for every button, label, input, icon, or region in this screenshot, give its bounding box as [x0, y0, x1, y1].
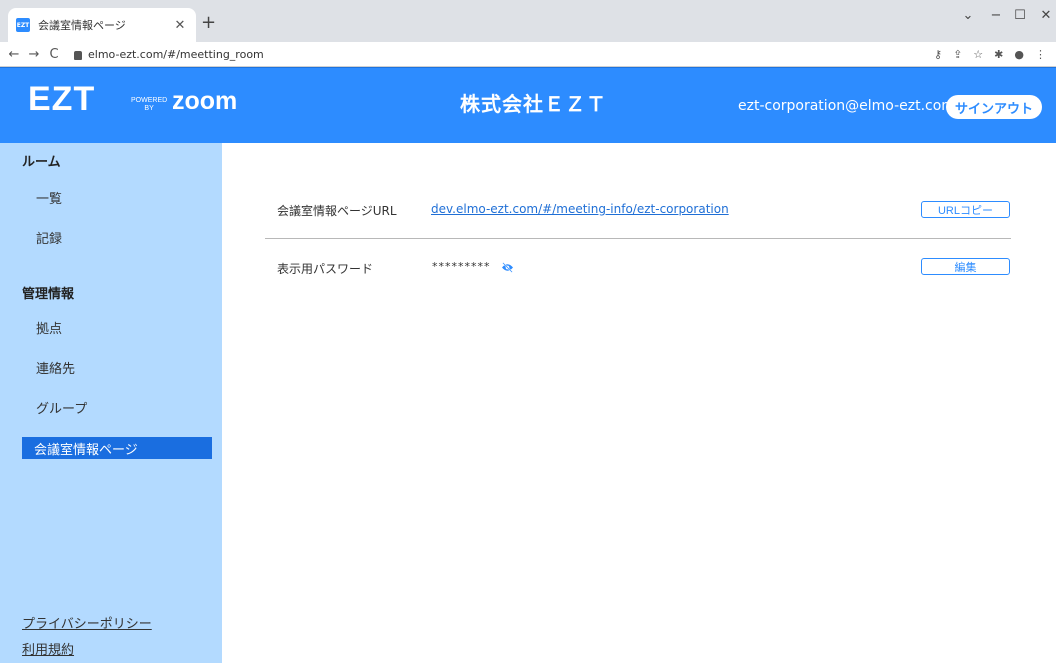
- divider: [265, 238, 1011, 239]
- sidebar-item-groups[interactable]: グループ: [36, 398, 87, 417]
- minimize-icon[interactable]: −: [986, 8, 1006, 23]
- password-value: *********: [432, 260, 491, 273]
- bookmark-star-icon[interactable]: ☆: [973, 48, 983, 61]
- powered-by-text: POWERED BY: [131, 97, 168, 112]
- tab-close-icon[interactable]: ✕: [172, 18, 188, 33]
- privacy-policy-link[interactable]: プライバシーポリシー: [22, 613, 152, 632]
- sidebar-section-room: ルーム: [22, 155, 61, 170]
- sidebar-item-records[interactable]: 記録: [36, 228, 62, 247]
- reload-icon[interactable]: C: [44, 47, 64, 62]
- user-email: ezt-corporation@elmo-ezt.com: [738, 98, 955, 114]
- company-name: 株式会社ＥＺＴ: [460, 92, 607, 116]
- share-icon[interactable]: ⇪: [953, 48, 962, 61]
- zoom-logo: zoom: [172, 87, 238, 115]
- url-field[interactable]: elmo-ezt.com/#/meetting_room: [74, 48, 934, 61]
- terms-link[interactable]: 利用規約: [22, 639, 74, 658]
- tab-title: 会議室情報ページ: [38, 19, 126, 32]
- menu-icon[interactable]: ⋮: [1035, 48, 1046, 61]
- close-window-icon[interactable]: ✕: [1036, 8, 1056, 23]
- extensions-icon[interactable]: ✱: [994, 48, 1003, 61]
- sidebar-item-meeting-info[interactable]: 会議室情報ページ: [22, 437, 212, 459]
- eye-hidden-icon[interactable]: [501, 262, 514, 273]
- sidebar-item-contacts[interactable]: 連絡先: [36, 358, 75, 377]
- signout-button[interactable]: サインアウト: [946, 95, 1042, 119]
- key-icon[interactable]: ⚷: [934, 48, 942, 61]
- sidebar-section-admin: 管理情報: [22, 287, 75, 302]
- sidebar-item-sites[interactable]: 拠点: [36, 318, 62, 337]
- url-text: elmo-ezt.com/#/meetting_room: [88, 47, 264, 61]
- maximize-icon[interactable]: ☐: [1010, 8, 1030, 23]
- favicon-icon: EZT: [16, 18, 30, 32]
- url-copy-button[interactable]: URLコピー: [921, 201, 1010, 218]
- url-label: 会議室情報ページURL: [277, 204, 397, 218]
- ezt-logo: EZT: [28, 80, 96, 118]
- new-tab-icon[interactable]: +: [201, 14, 216, 32]
- forward-icon[interactable]: →: [24, 47, 44, 62]
- back-icon[interactable]: ←: [4, 47, 24, 62]
- password-label: 表示用パスワード: [277, 262, 374, 276]
- sidebar-item-list[interactable]: 一覧: [36, 188, 62, 207]
- browser-tab-bar: EZT 会議室情報ページ ✕ + ⌄ − ☐ ✕: [0, 0, 1056, 42]
- edit-password-button[interactable]: 編集: [921, 258, 1010, 275]
- meeting-info-url-link[interactable]: dev.elmo-ezt.com/#/meeting-info/ezt-corp…: [431, 202, 729, 216]
- profile-icon[interactable]: ●: [1014, 48, 1024, 61]
- lock-icon: [74, 50, 82, 60]
- app-header: EZT POWERED BY zoom 株式会社ＥＺＴ ezt-corporat…: [0, 67, 1056, 143]
- sidebar: ルーム 一覧 記録 管理情報 拠点 連絡先 グループ 会議室情報ページ プライバ…: [0, 143, 222, 663]
- browser-tab[interactable]: EZT 会議室情報ページ ✕: [8, 8, 196, 42]
- tab-search-icon[interactable]: ⌄: [958, 8, 978, 23]
- address-bar: ← → C elmo-ezt.com/#/meetting_room ⚷ ⇪ ☆…: [0, 42, 1056, 67]
